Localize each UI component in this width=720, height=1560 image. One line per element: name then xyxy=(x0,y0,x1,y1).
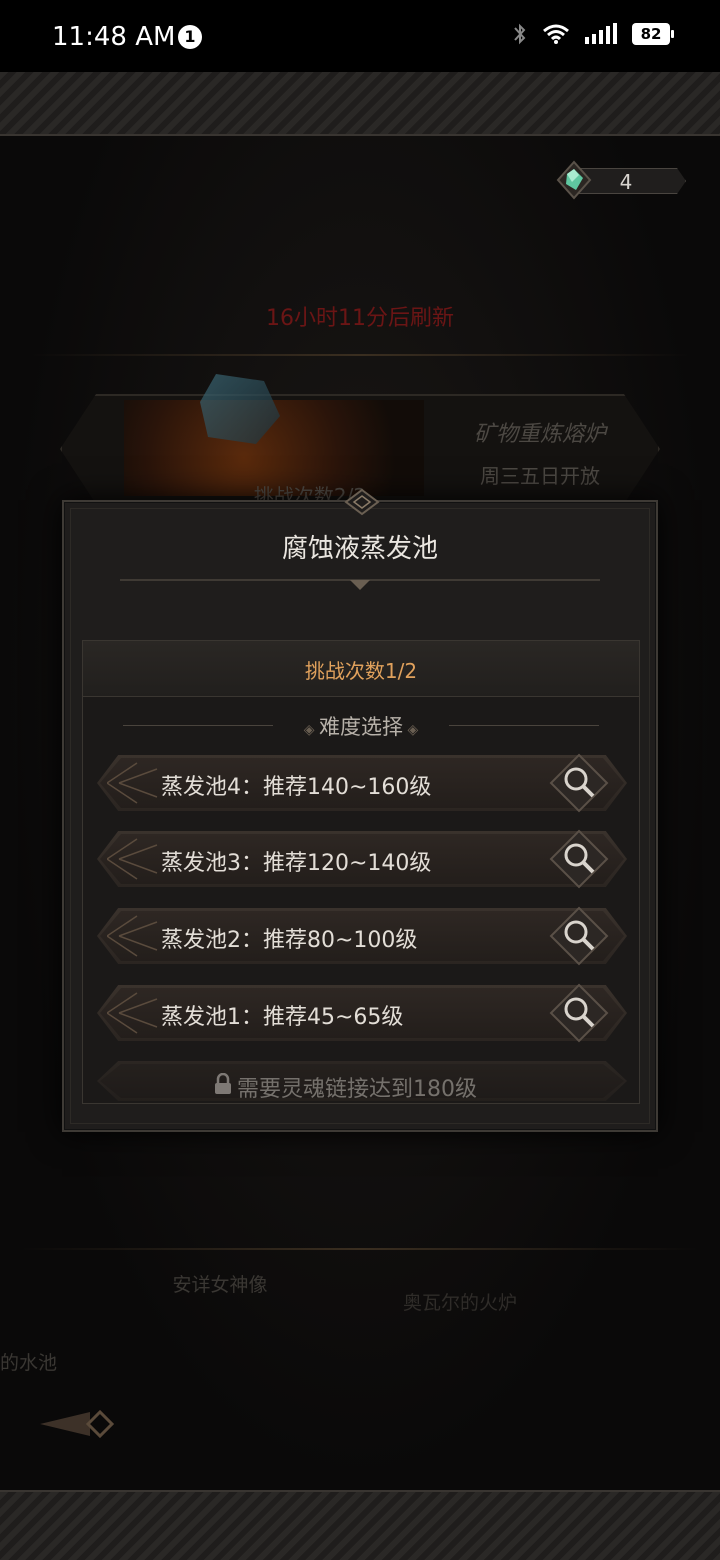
difficulty-dialog: 腐蚀液蒸发池 挑战次数1/2 ◈ 难度选择 ◈ 蒸发池4：推荐140~160级 xyxy=(62,488,658,1132)
furnace-card-schedule: 周三五日开放 xyxy=(480,464,600,488)
bottom-ornament-band xyxy=(0,1490,720,1560)
difficulty-label-text: 难度选择 xyxy=(319,715,403,739)
difficulty-header: ◈ 难度选择 ◈ xyxy=(83,711,639,741)
game-screen: 4 16小时11分后刷新 矿物重炼熔炉 周三五日开放 挑战次数2/2 安详女神像… xyxy=(0,72,720,1560)
magnifier-icon[interactable] xyxy=(549,983,609,1043)
currency-display: 4 xyxy=(556,160,686,200)
bluetooth-icon xyxy=(514,23,526,45)
status-time: 11:48 AM xyxy=(52,22,176,52)
forge-label[interactable]: 奥瓦尔的火炉 xyxy=(360,1288,560,1315)
divider-line-lower xyxy=(20,1248,700,1250)
diamond-ornament-icon: ◈ xyxy=(403,722,419,738)
statue-label[interactable]: 安详女神像 xyxy=(120,1270,320,1297)
lock-icon xyxy=(215,1073,231,1094)
difficulty-panel: 挑战次数1/2 ◈ 难度选择 ◈ 蒸发池4：推荐140~160级 蒸发池3：推荐… xyxy=(82,640,640,1104)
back-arrow-icon[interactable] xyxy=(30,1394,130,1454)
currency-value: 4 xyxy=(619,170,633,194)
magnifier-icon[interactable] xyxy=(549,829,609,889)
level-option-label: 蒸发池1：推荐45~65级 xyxy=(161,1005,404,1030)
status-bar: 11:48 AM 1 82 xyxy=(0,0,720,72)
dialog-title: 腐蚀液蒸发池 xyxy=(281,534,438,564)
dialog-top-ornament-icon xyxy=(344,488,380,516)
green-gem-icon xyxy=(556,160,592,200)
level-option-4[interactable]: 蒸发池4：推荐140~160级 xyxy=(97,753,627,813)
level-option-label: 蒸发池3：推荐120~140级 xyxy=(161,851,432,876)
pool-label[interactable]: 的水池 xyxy=(0,1348,80,1375)
status-icons: 82 xyxy=(512,22,674,46)
magnifier-icon[interactable] xyxy=(549,906,609,966)
locked-level-label: 需要灵魂链接达到180级 xyxy=(237,1077,477,1101)
level-option-locked[interactable]: 需要灵魂链接达到180级 xyxy=(97,1061,627,1101)
battery-indicator: 82 xyxy=(632,23,674,45)
notification-badge: 1 xyxy=(178,25,202,49)
title-divider xyxy=(120,579,600,590)
level-option-3[interactable]: 蒸发池3：推荐120~140级 xyxy=(97,829,627,889)
panel-header: 挑战次数1/2 xyxy=(83,641,639,697)
signal-icon xyxy=(585,23,617,44)
refresh-timer: 16小时11分后刷新 xyxy=(266,306,454,331)
level-option-1[interactable]: 蒸发池1：推荐45~65级 xyxy=(97,983,627,1043)
level-option-label: 蒸发池4：推荐140~160级 xyxy=(161,775,432,800)
diamond-ornament-icon: ◈ xyxy=(303,722,319,738)
level-option-2[interactable]: 蒸发池2：推荐80~100级 xyxy=(97,906,627,966)
furnace-card-name: 矿物重炼熔炉 xyxy=(473,422,606,447)
wifi-icon xyxy=(543,24,569,44)
divider-line xyxy=(30,354,690,356)
top-ornament-band xyxy=(0,72,720,136)
level-option-label: 蒸发池2：推荐80~100级 xyxy=(161,928,418,953)
challenge-count: 挑战次数1/2 xyxy=(304,659,418,683)
magnifier-icon[interactable] xyxy=(549,753,609,813)
difficulty-label: ◈ 难度选择 ◈ xyxy=(83,711,639,741)
